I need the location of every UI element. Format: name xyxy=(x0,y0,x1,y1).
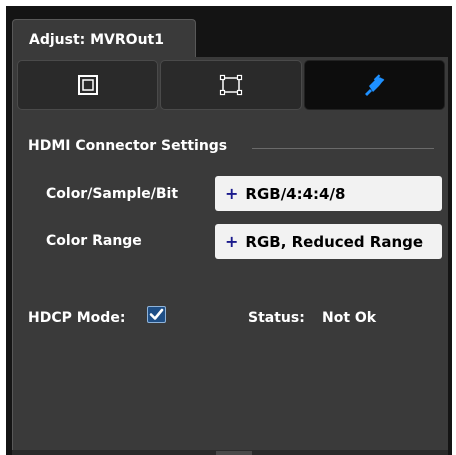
plus-icon: + xyxy=(225,232,239,251)
tab-connector[interactable] xyxy=(303,60,445,110)
adjust-tab[interactable]: Adjust: MVROut1 xyxy=(12,19,196,59)
color-sample-bit-label: Color/Sample/Bit xyxy=(46,186,179,202)
mode-tab-bar xyxy=(17,60,445,110)
hdcp-mode-label: HDCP Mode: xyxy=(28,310,126,326)
resize-grip[interactable] xyxy=(216,451,252,455)
color-range-label: Color Range xyxy=(46,233,142,249)
color-sample-bit-value: RGB/4:4:4/8 xyxy=(245,184,346,203)
status-label: Status: xyxy=(248,310,305,326)
connector-plug-icon xyxy=(365,74,385,96)
frame-square-icon xyxy=(77,75,98,95)
hdcp-mode-checkbox[interactable] xyxy=(147,306,166,323)
color-sample-bit-selector[interactable]: + RGB/4:4:4/8 xyxy=(215,176,442,211)
adjust-tab-label: Adjust: MVROut1 xyxy=(29,32,164,48)
status-value: Not Ok xyxy=(322,310,377,326)
color-range-value: RGB, Reduced Range xyxy=(245,232,424,251)
crop-corners-icon xyxy=(219,74,243,96)
color-range-selector[interactable]: + RGB, Reduced Range xyxy=(215,224,442,259)
plus-icon: + xyxy=(225,184,239,203)
tab-crop[interactable] xyxy=(160,60,302,110)
checkmark-icon xyxy=(149,308,164,320)
section-divider xyxy=(252,148,434,149)
tab-frame[interactable] xyxy=(17,60,159,110)
section-title: HDMI Connector Settings xyxy=(28,138,228,154)
